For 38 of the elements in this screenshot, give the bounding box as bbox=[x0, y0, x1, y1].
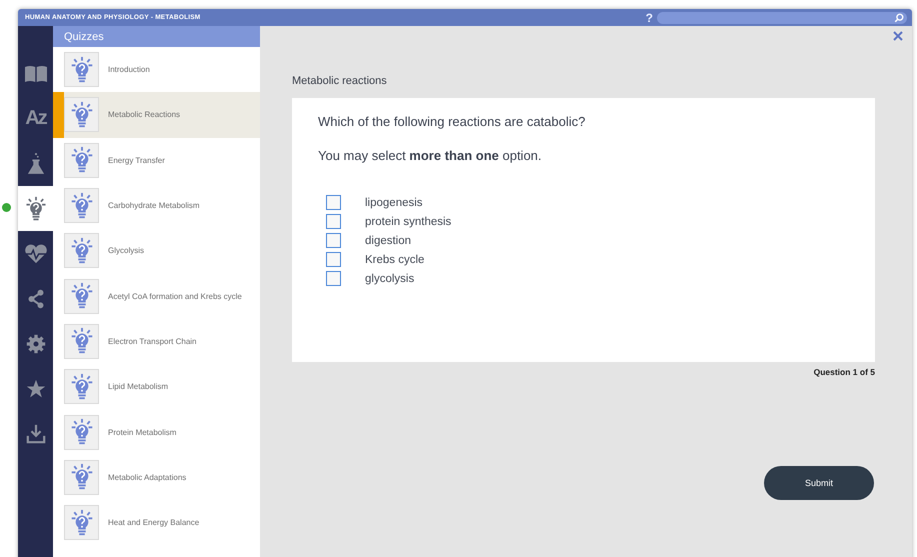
quiz-list-item[interactable]: Acetyl CoA formation and Krebs cycle bbox=[53, 273, 260, 319]
option-label[interactable]: Krebs cycle bbox=[365, 254, 424, 266]
share-icon bbox=[26, 288, 44, 308]
option-label[interactable]: protein synthesis bbox=[365, 216, 452, 228]
option-label[interactable]: digestion bbox=[365, 234, 412, 246]
option-label[interactable]: glycolysis bbox=[365, 272, 414, 284]
instruction-text: You may select more than one option. bbox=[318, 148, 543, 163]
search-field[interactable] bbox=[657, 12, 907, 24]
close-icon[interactable] bbox=[893, 31, 903, 41]
quiz-heading: Metabolic reactions bbox=[292, 75, 388, 87]
submit-button[interactable]: Submit bbox=[764, 466, 874, 500]
quiz-list-item[interactable]: Electron Transport Chain bbox=[53, 318, 260, 364]
quiz-list-item[interactable]: Lipid Metabolism bbox=[53, 364, 260, 410]
checkbox[interactable] bbox=[326, 271, 341, 286]
rail-item[interactable]: Az bbox=[18, 96, 53, 141]
flask-icon bbox=[26, 152, 44, 176]
checkbox[interactable] bbox=[326, 214, 341, 229]
help-button[interactable]: ? bbox=[646, 10, 653, 24]
download-icon bbox=[26, 424, 46, 444]
checkbox[interactable] bbox=[326, 195, 341, 210]
option-label[interactable]: lipogenesis bbox=[365, 196, 423, 208]
quiz-list-item[interactable]: Glycolysis bbox=[53, 228, 260, 274]
indicator-dot bbox=[2, 203, 11, 212]
checkbox[interactable] bbox=[326, 233, 341, 248]
quiz-list-item[interactable]: Carbohydrate Metabolism bbox=[53, 182, 260, 228]
quiz-list-item[interactable]: Introduction bbox=[53, 47, 260, 92]
sidebar-title: Quizzes bbox=[64, 30, 104, 42]
search-icon[interactable] bbox=[894, 12, 904, 22]
book-icon bbox=[24, 64, 48, 84]
question-text: Which of the following reactions are catabolic? bbox=[318, 114, 586, 129]
quiz-list-item[interactable]: Protein Metabolism bbox=[53, 409, 260, 455]
quiz-list-item[interactable]: Energy Transfer bbox=[53, 138, 260, 183]
question-counter: Question 1 of 5 bbox=[812, 367, 875, 377]
quiz-list-item[interactable]: Metabolic Adaptations bbox=[53, 454, 260, 500]
star-icon bbox=[26, 378, 46, 398]
checkbox[interactable] bbox=[326, 252, 341, 267]
quiz-list-item[interactable]: Metabolic Reactions bbox=[53, 92, 260, 138]
quiz-list-item[interactable]: Heat and Energy Balance bbox=[53, 500, 260, 546]
